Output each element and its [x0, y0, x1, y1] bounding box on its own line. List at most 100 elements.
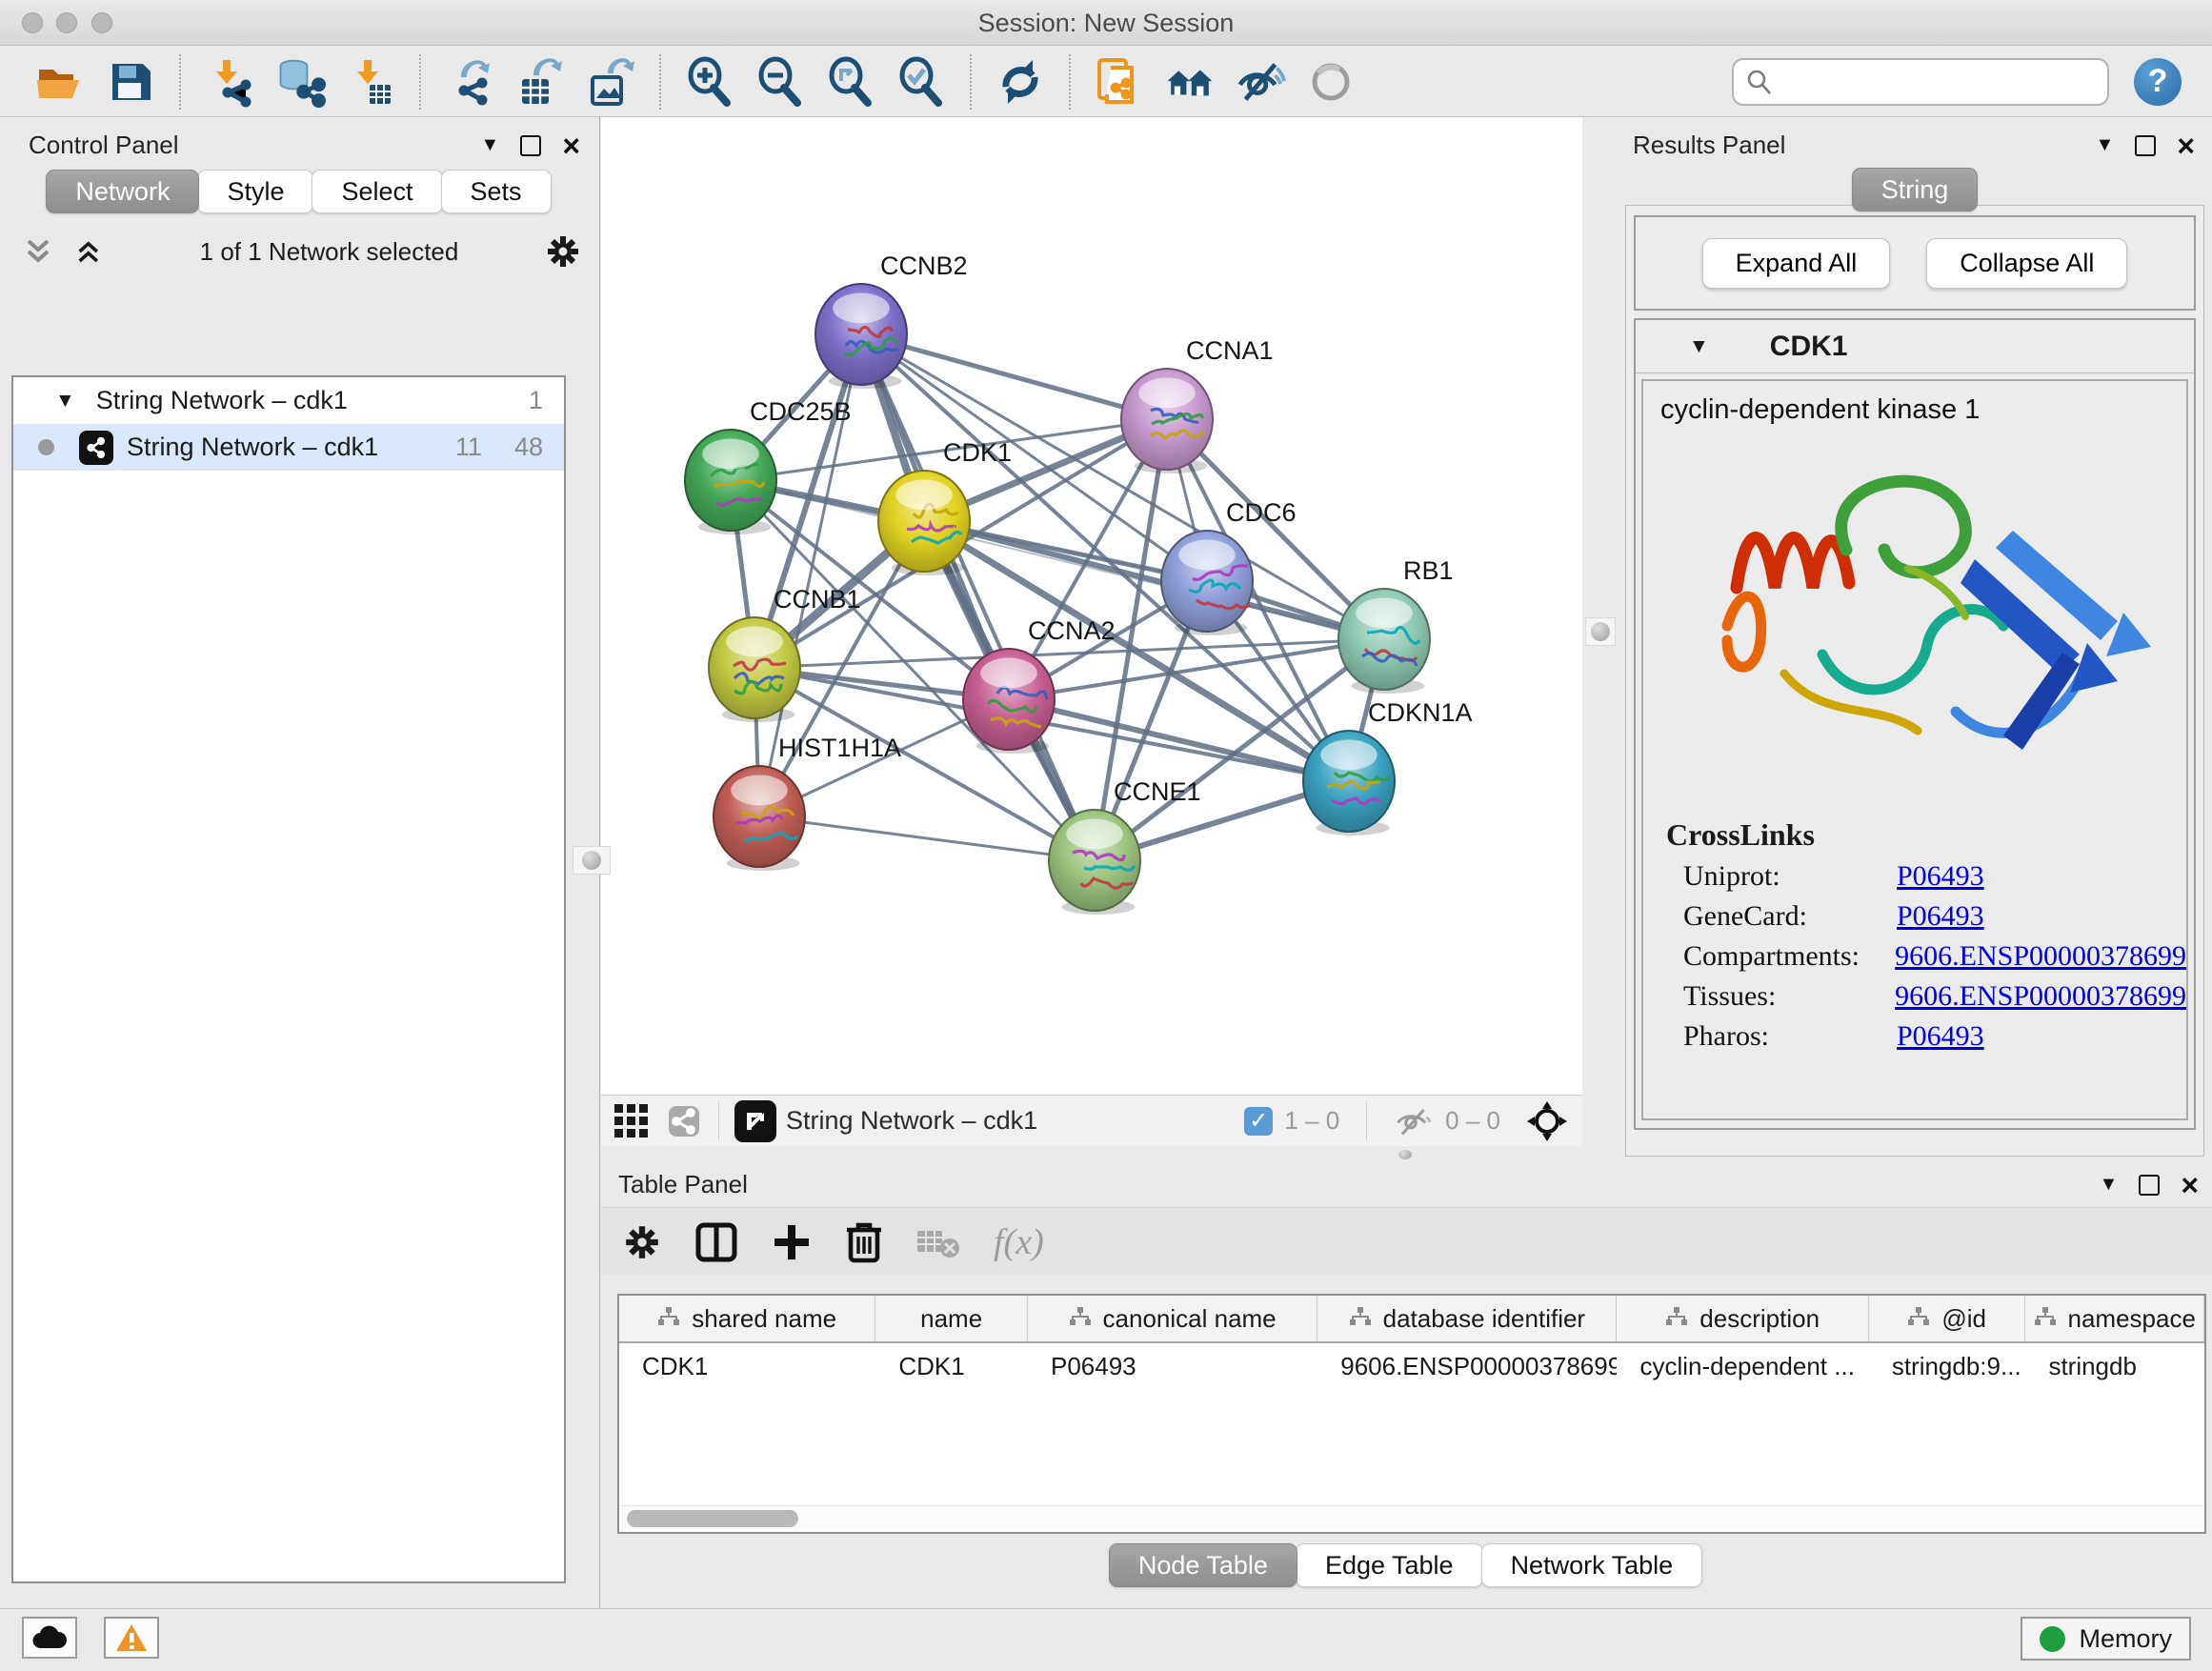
memory-button[interactable]: Memory — [2021, 1617, 2191, 1661]
protein-structure-image — [1670, 435, 2184, 788]
toolbar-search[interactable] — [1732, 58, 2109, 106]
expand-all-networks-icon[interactable] — [76, 235, 114, 268]
crosslink-link[interactable]: P06493 — [1897, 1020, 1984, 1053]
network-canvas[interactable]: CCNB2CCNA1CDC25BCDK1CDC6RB1CCNB1CCNA2CDK… — [601, 117, 1582, 1095]
hide-selected-icon[interactable] — [1235, 56, 1286, 108]
export-image-icon[interactable] — [585, 56, 636, 108]
node-CDC25B[interactable] — [685, 430, 776, 534]
cloud-status-button[interactable] — [22, 1617, 77, 1659]
node-CCNE1[interactable] — [1049, 810, 1140, 915]
table-cell[interactable]: CDK1 — [875, 1343, 1028, 1389]
column-header-shared-name[interactable]: shared name — [619, 1296, 875, 1341]
node-RB1[interactable] — [1338, 589, 1430, 694]
warnings-button[interactable] — [104, 1617, 159, 1659]
network-collection-row[interactable]: ▼ String Network – cdk1 1 — [13, 377, 564, 424]
new-network-from-selection-icon[interactable] — [1094, 56, 1145, 108]
expand-all-button[interactable]: Expand All — [1702, 238, 1891, 289]
zoom-window-button[interactable] — [91, 12, 112, 33]
results-panel-close-icon[interactable]: × — [2177, 135, 2195, 156]
save-session-icon[interactable] — [105, 56, 156, 108]
control-panel-maximize-icon[interactable] — [520, 135, 541, 156]
show-all-icon[interactable] — [1305, 56, 1357, 108]
search-input[interactable] — [1774, 67, 2096, 96]
tab-network-table[interactable]: Network Table — [1481, 1543, 1703, 1587]
table-cell[interactable]: stringdb — [2025, 1343, 2204, 1389]
export-table-icon[interactable] — [514, 56, 566, 108]
crosslink-link[interactable]: P06493 — [1897, 900, 1984, 933]
collection-expand-icon[interactable]: ▼ — [55, 390, 75, 413]
table-options-gear-icon[interactable] — [622, 1222, 662, 1262]
table-panel-maximize-icon[interactable] — [2139, 1175, 2160, 1196]
tab-sets[interactable]: Sets — [441, 170, 552, 213]
import-network-database-icon[interactable] — [274, 56, 326, 108]
table-cell[interactable]: P06493 — [1028, 1343, 1317, 1389]
scrollbar-thumb[interactable] — [627, 1510, 798, 1527]
network-row[interactable]: String Network – cdk1 11 48 — [13, 424, 564, 471]
tab-select[interactable]: Select — [312, 170, 442, 213]
zoom-selected-icon[interactable] — [895, 56, 947, 108]
network-overview-icon[interactable] — [665, 1102, 703, 1140]
apply-layout-icon[interactable] — [995, 56, 1046, 108]
collapse-all-button[interactable]: Collapse All — [1926, 238, 2127, 289]
table-cell[interactable]: 9606.ENSP00000378699 — [1317, 1343, 1617, 1389]
column-header--id[interactable]: @id — [1869, 1296, 2026, 1341]
node-CCNA1[interactable] — [1121, 369, 1213, 473]
node-CDKN1A[interactable] — [1303, 731, 1395, 836]
node-CDK1[interactable] — [878, 471, 970, 575]
crosslink-link[interactable]: 9606.ENSP00000378699 — [1895, 980, 2186, 1013]
node-label-RB1: RB1 — [1403, 556, 1454, 585]
column-header-description[interactable]: description — [1617, 1296, 1868, 1341]
tab-network[interactable]: Network — [46, 170, 199, 213]
minimize-window-button[interactable] — [56, 12, 77, 33]
close-window-button[interactable] — [22, 12, 43, 33]
column-header-name[interactable]: name — [875, 1296, 1028, 1341]
zoom-in-icon[interactable] — [684, 56, 735, 108]
help-button[interactable]: ? — [2134, 58, 2182, 106]
column-header-namespace[interactable]: namespace — [2025, 1296, 2204, 1341]
selected-nodes-checkbox[interactable]: ✓ — [1244, 1107, 1273, 1136]
birds-eye-view-icon[interactable] — [734, 1100, 776, 1142]
table-cell[interactable]: cyclin-dependent ... — [1617, 1343, 1868, 1389]
create-column-icon[interactable] — [771, 1221, 813, 1263]
entry-collapse-icon[interactable]: ▼ — [1689, 335, 1709, 358]
results-panel-float-icon[interactable]: ▼ — [2096, 134, 2115, 156]
tab-node-table[interactable]: Node Table — [1109, 1543, 1297, 1587]
import-table-file-icon[interactable] — [345, 56, 396, 108]
table-panel-float-icon[interactable]: ▼ — [2100, 1174, 2119, 1196]
show-columns-icon[interactable] — [694, 1221, 738, 1263]
edge-CCNB2-CCNE1[interactable] — [861, 334, 1095, 860]
tab-edge-table[interactable]: Edge Table — [1296, 1543, 1483, 1587]
first-neighbors-icon[interactable] — [1164, 56, 1216, 108]
results-panel-maximize-icon[interactable] — [2135, 135, 2156, 156]
control-panel-close-icon[interactable]: × — [562, 135, 580, 156]
node-HIST1H1A[interactable] — [714, 766, 805, 871]
network-options-gear-icon[interactable] — [544, 232, 582, 271]
delete-column-icon[interactable] — [845, 1220, 883, 1264]
tab-style[interactable]: Style — [197, 170, 313, 213]
tab-string[interactable]: String — [1852, 168, 1979, 211]
horizontal-splitter-grip[interactable] — [1398, 1150, 1412, 1159]
export-network-icon[interactable] — [444, 56, 495, 108]
column-header-database-identifier[interactable]: database identifier — [1317, 1296, 1617, 1341]
edge-HIST1H1A-CCNE1[interactable] — [759, 816, 1095, 860]
control-panel-float-icon[interactable]: ▼ — [481, 134, 500, 156]
table-cell[interactable]: CDK1 — [619, 1343, 875, 1389]
show-grid-icon[interactable] — [614, 1104, 648, 1137]
right-splitter-grip[interactable] — [1585, 617, 1616, 646]
collapse-all-networks-icon[interactable] — [25, 235, 67, 268]
zoom-fit-content-icon[interactable] — [825, 56, 876, 108]
zoom-out-icon[interactable] — [754, 56, 806, 108]
crosslink-link[interactable]: P06493 — [1897, 860, 1984, 893]
node-CCNB1[interactable] — [709, 617, 800, 722]
left-splitter-grip[interactable] — [573, 846, 611, 875]
table-cell[interactable]: stringdb:9... — [1869, 1343, 2026, 1389]
table-horizontal-scrollbar[interactable] — [621, 1505, 2202, 1530]
table-row[interactable]: CDK1CDK1P064939606.ENSP00000378699cyclin… — [619, 1343, 2204, 1389]
open-session-icon[interactable] — [34, 56, 86, 108]
center-view-crosshair-icon[interactable] — [1525, 1099, 1569, 1143]
selected-count: 1 – 0 — [1284, 1106, 1339, 1136]
crosslink-link[interactable]: 9606.ENSP00000378699 — [1895, 940, 2186, 973]
column-header-canonical-name[interactable]: canonical name — [1028, 1296, 1317, 1341]
table-panel-close-icon[interactable]: × — [2181, 1175, 2199, 1196]
import-network-file-icon[interactable] — [204, 56, 255, 108]
